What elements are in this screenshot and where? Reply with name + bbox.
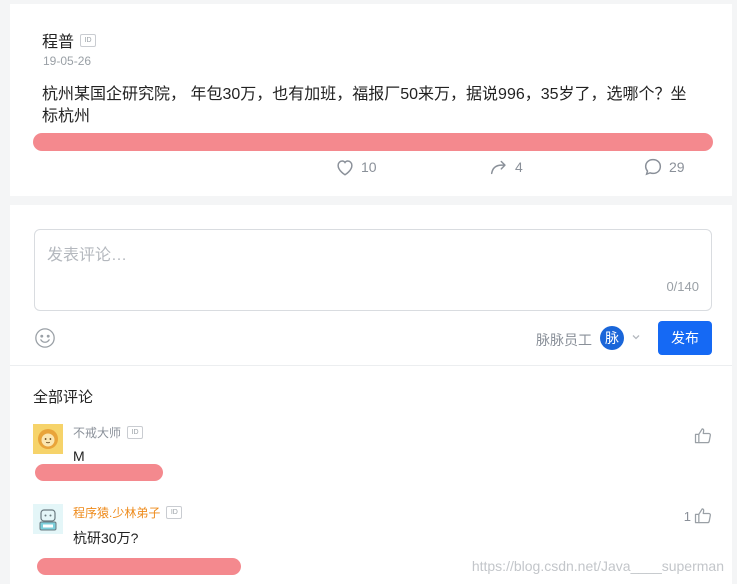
- comment-box: 0/140: [34, 229, 712, 311]
- comment-input[interactable]: [45, 240, 699, 272]
- like-button[interactable]: 10: [334, 156, 377, 178]
- comment-bubble-icon: [644, 158, 662, 176]
- like-count: 10: [361, 159, 377, 175]
- chevron-down-icon[interactable]: [630, 331, 642, 343]
- author-row: 程普 ID: [42, 28, 97, 52]
- char-count: 0/140: [666, 279, 699, 294]
- share-arrow-icon: [490, 160, 506, 175]
- comment-like-button[interactable]: 1: [684, 506, 713, 526]
- thumbs-up-icon: [694, 428, 711, 444]
- comment-author[interactable]: 程序猿.少林弟子: [73, 504, 160, 521]
- comment-text: M: [73, 448, 85, 464]
- comment-count: 29: [669, 159, 685, 175]
- comment-author-row: 不戒大师 ID: [73, 424, 144, 441]
- id-badge-icon: ID: [127, 426, 144, 439]
- robot-avatar-icon[interactable]: [33, 504, 63, 534]
- comment-text: 杭研30万?: [73, 530, 139, 546]
- comment-like-button[interactable]: [691, 426, 713, 446]
- watermark: https://blog.csdn.net/Java____superman: [471, 558, 724, 574]
- redaction-mark: [35, 464, 163, 481]
- comment-author[interactable]: 不戒大师: [73, 424, 121, 441]
- lion-avatar-icon[interactable]: [33, 424, 63, 454]
- identity-avatar[interactable]: 脉: [600, 326, 624, 350]
- comments-title: 全部评论: [33, 389, 94, 406]
- share-count: 4: [515, 159, 523, 175]
- heart-icon: [337, 160, 353, 176]
- thumbs-up-icon: [694, 508, 711, 524]
- post-text: 杭州某国企研究院， 年包30万，也有加班，福报厂50来万，据说996，35岁了，…: [42, 86, 687, 125]
- redaction-mark: [33, 133, 713, 151]
- post-date: 19-05-26: [43, 54, 92, 68]
- comment-editor: 0/140 脉脉员工 脉 发布: [10, 205, 732, 366]
- page: 程普 ID 19-05-26 杭州某国企研究院， 年包30万，也有加班，福报厂5…: [0, 0, 737, 584]
- author-name[interactable]: 程普: [42, 28, 74, 52]
- id-badge-icon: ID: [166, 506, 183, 519]
- share-button[interactable]: 4: [488, 156, 523, 178]
- comments-section: 全部评论 不戒大师 ID M 程序猿.少林弟子 ID 杭研30万? 1 http…: [10, 366, 732, 584]
- post-card: 程普 ID 19-05-26 杭州某国企研究院， 年包30万，也有加班，福报厂5…: [10, 4, 732, 196]
- comment-like-count: 1: [683, 508, 691, 524]
- publish-button[interactable]: 发布: [658, 321, 712, 355]
- id-badge-icon: ID: [80, 33, 97, 47]
- comment-author-row: 程序猿.少林弟子 ID: [73, 504, 183, 521]
- emoji-icon[interactable]: [34, 327, 56, 349]
- comment-count-button[interactable]: 29: [642, 156, 685, 178]
- identity-label[interactable]: 脉脉员工: [536, 330, 592, 350]
- redaction-mark: [37, 558, 241, 575]
